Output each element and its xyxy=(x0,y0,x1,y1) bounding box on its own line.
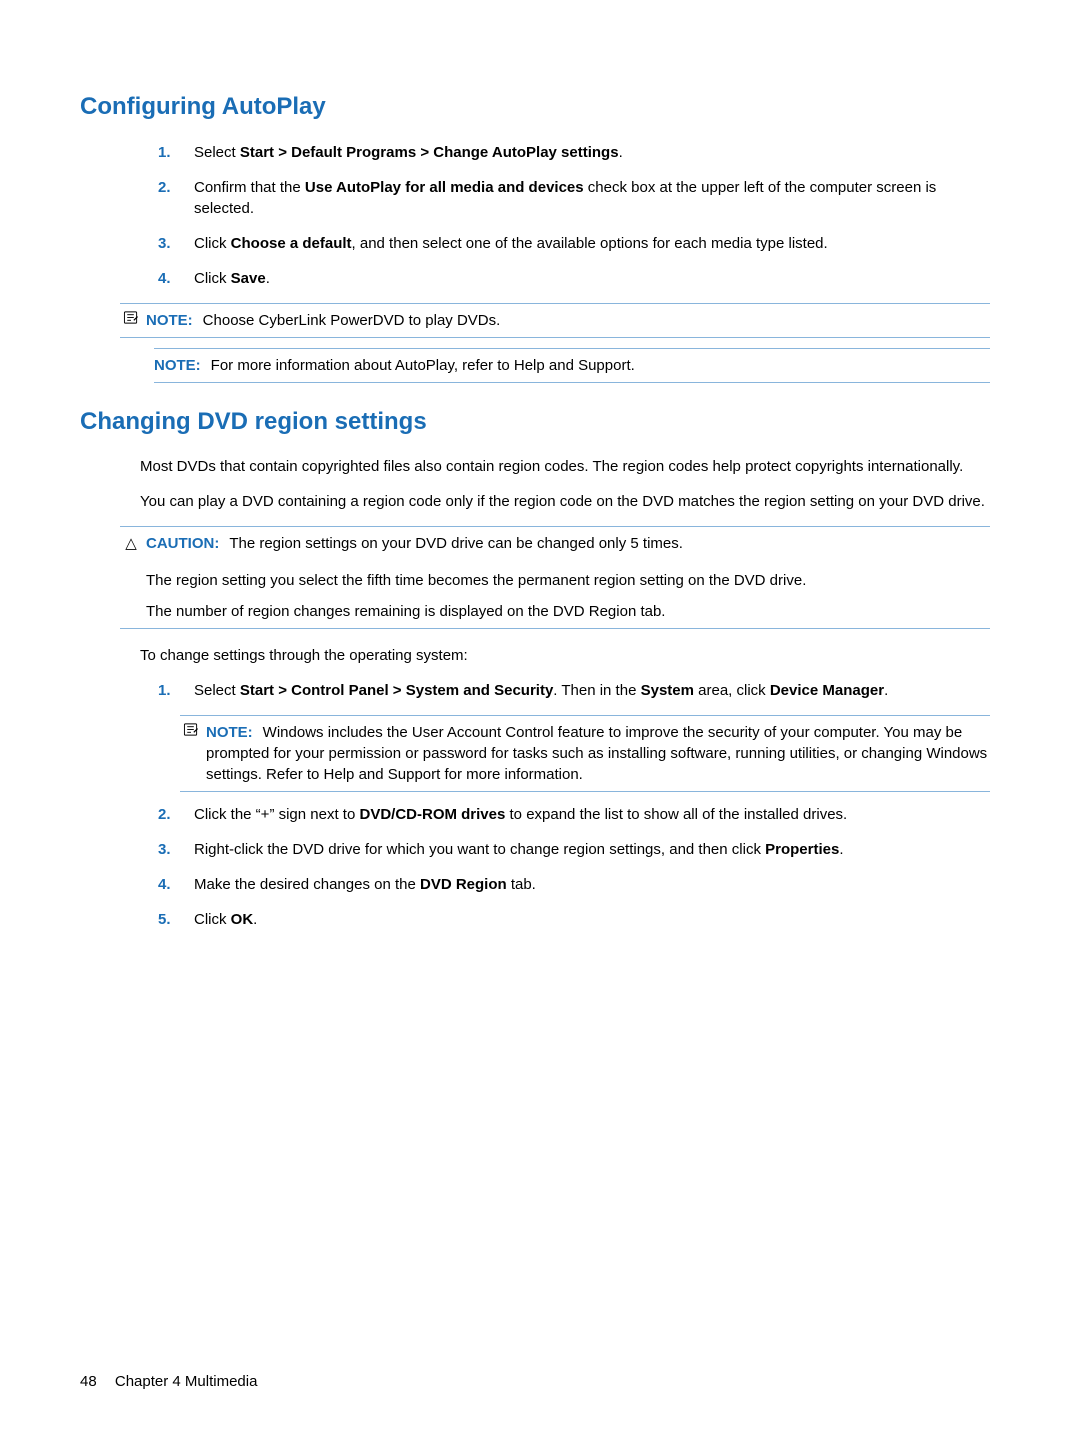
note-body: NOTE: Choose CyberLink PowerDVD to play D… xyxy=(146,310,990,331)
note-body: NOTE: For more information about AutoPlay… xyxy=(154,355,990,376)
step-number: 4. xyxy=(158,874,194,895)
text-run: area, click xyxy=(694,682,770,699)
text-run: Select xyxy=(194,682,240,699)
caution-row: CAUTION: The region settings on your DVD … xyxy=(120,526,990,560)
step-text: Select Start > Default Programs > Change… xyxy=(194,142,990,163)
text-bold: Device Manager xyxy=(770,682,884,699)
step-text: Right-click the DVD drive for which you … xyxy=(194,839,990,860)
caution-text: The number of region changes remaining i… xyxy=(120,601,990,629)
text-bold: Save xyxy=(231,270,266,287)
text-run: . xyxy=(884,682,888,699)
list-item: 2. Click the “+” sign next to DVD/CD-ROM… xyxy=(158,804,990,825)
text-bold: Use AutoPlay for all media and devices xyxy=(305,179,584,196)
note-text: Choose CyberLink PowerDVD to play DVDs. xyxy=(203,312,501,329)
note-label: NOTE: xyxy=(154,357,201,374)
list-item: 1. Select Start > Control Panel > System… xyxy=(158,680,990,701)
caution-text: The region setting you select the fifth … xyxy=(120,560,990,601)
text-run: . xyxy=(839,841,843,858)
autoplay-steps: 1. Select Start > Default Programs > Cha… xyxy=(80,142,990,289)
heading-configuring-autoplay: Configuring AutoPlay xyxy=(80,90,990,124)
text-run: . Then in the xyxy=(553,682,640,699)
paragraph: You can play a DVD containing a region c… xyxy=(140,491,990,512)
step-number: 3. xyxy=(158,233,194,254)
note-callout: NOTE: For more information about AutoPlay… xyxy=(154,348,990,383)
text-bold: DVD Region xyxy=(420,876,507,893)
list-item: 4. Make the desired changes on the DVD R… xyxy=(158,874,990,895)
text-bold: Start > Control Panel > System and Secur… xyxy=(240,682,553,699)
step-number: 1. xyxy=(158,680,194,701)
list-item: 2. Confirm that the Use AutoPlay for all… xyxy=(158,177,990,219)
text-bold: Properties xyxy=(765,841,839,858)
page: Configuring AutoPlay 1. Select Start > D… xyxy=(0,0,1080,1437)
note-text: Windows includes the User Account Contro… xyxy=(206,724,987,783)
step-number: 2. xyxy=(158,804,194,825)
text-run: Right-click the DVD drive for which you … xyxy=(194,841,765,858)
note-label: NOTE: xyxy=(206,724,253,741)
list-item: 5. Click OK. xyxy=(158,909,990,930)
step-text: Click Choose a default, and then select … xyxy=(194,233,990,254)
text-bold: Start > Default Programs > Change AutoPl… xyxy=(240,144,619,161)
step-text: Click the “+” sign next to DVD/CD-ROM dr… xyxy=(194,804,990,825)
caution-text: The region settings on your DVD drive ca… xyxy=(229,535,683,552)
step-number: 3. xyxy=(158,839,194,860)
text-run: Select xyxy=(194,144,240,161)
note-callout: NOTE: Choose CyberLink PowerDVD to play D… xyxy=(120,303,990,338)
region-steps-cont: 2. Click the “+” sign next to DVD/CD-ROM… xyxy=(80,804,990,930)
note-icon xyxy=(180,722,202,743)
list-item: 3. Click Choose a default, and then sele… xyxy=(158,233,990,254)
text-run: Click xyxy=(194,911,231,928)
list-item: 4. Click Save. xyxy=(158,268,990,289)
text-run: . xyxy=(253,911,257,928)
chapter-label: Chapter 4 Multimedia xyxy=(115,1373,258,1390)
step-number: 4. xyxy=(158,268,194,289)
step-text: Make the desired changes on the DVD Regi… xyxy=(194,874,990,895)
note-label: NOTE: xyxy=(146,312,193,329)
text-run: Click xyxy=(194,235,231,252)
step-text: Click Save. xyxy=(194,268,990,289)
step-text: Confirm that the Use AutoPlay for all me… xyxy=(194,177,990,219)
text-bold: DVD/CD-ROM drives xyxy=(359,806,505,823)
caution-callout: CAUTION: The region settings on your DVD … xyxy=(120,526,990,629)
caution-label: CAUTION: xyxy=(146,535,219,552)
paragraph: Most DVDs that contain copyrighted files… xyxy=(140,456,990,477)
text-run: , and then select one of the available o… xyxy=(352,235,828,252)
text-run: tab. xyxy=(507,876,536,893)
region-steps: 1. Select Start > Control Panel > System… xyxy=(80,680,990,701)
note-body: NOTE:Windows includes the User Account C… xyxy=(206,722,990,785)
text-run: . xyxy=(266,270,270,287)
step-text: Select Start > Control Panel > System an… xyxy=(194,680,990,701)
paragraph: To change settings through the operating… xyxy=(140,645,990,666)
text-bold: OK xyxy=(231,911,254,928)
caution-icon xyxy=(120,533,142,554)
note-text: For more information about AutoPlay, ref… xyxy=(211,357,635,374)
text-run: . xyxy=(619,144,623,161)
step-text: Click OK. xyxy=(194,909,990,930)
text-run: Click the “+” sign next to xyxy=(194,806,359,823)
page-footer: 48 Chapter 4 Multimedia xyxy=(80,1371,257,1392)
step-number: 5. xyxy=(158,909,194,930)
text-bold: Choose a default xyxy=(231,235,352,252)
heading-changing-dvd-region: Changing DVD region settings xyxy=(80,405,990,439)
page-number: 48 xyxy=(80,1373,97,1390)
text-run: to expand the list to show all of the in… xyxy=(505,806,847,823)
caution-body: CAUTION: The region settings on your DVD … xyxy=(146,533,990,554)
note-callout-nested: NOTE:Windows includes the User Account C… xyxy=(180,715,990,792)
step-number: 1. xyxy=(158,142,194,163)
text-run: Make the desired changes on the xyxy=(194,876,420,893)
step-number: 2. xyxy=(158,177,194,219)
text-run: Click xyxy=(194,270,231,287)
text-bold: System xyxy=(641,682,694,699)
text-run: Confirm that the xyxy=(194,179,305,196)
note-icon xyxy=(120,310,142,331)
list-item: 1. Select Start > Default Programs > Cha… xyxy=(158,142,990,163)
list-item: 3. Right-click the DVD drive for which y… xyxy=(158,839,990,860)
